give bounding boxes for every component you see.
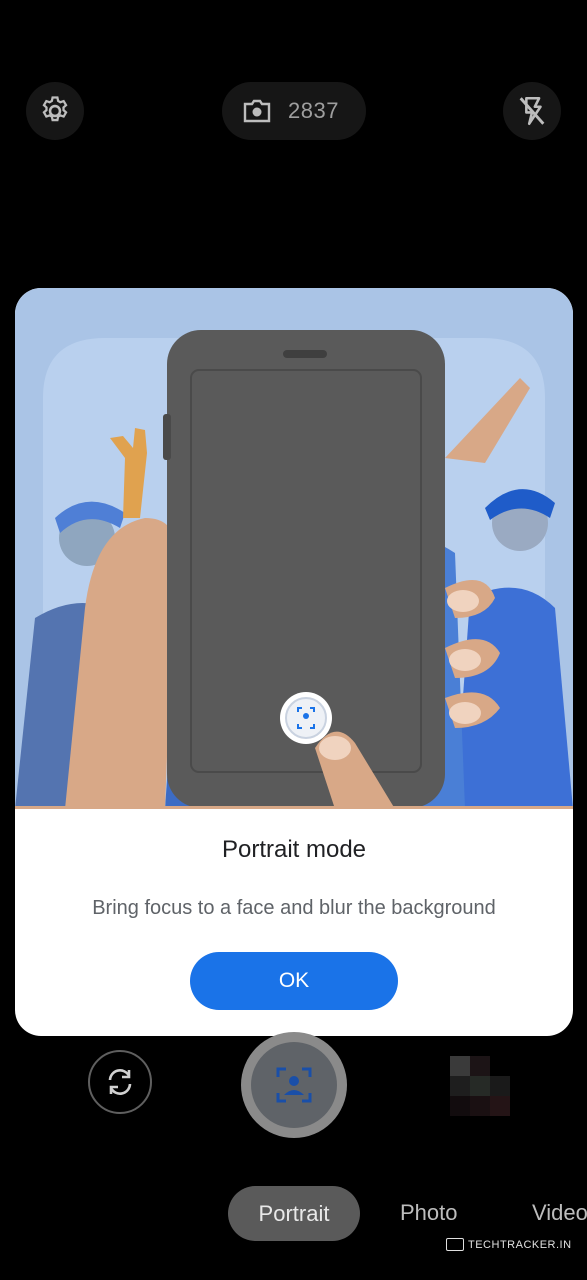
watermark: TECHTRACKER.IN [446, 1238, 572, 1251]
photo-count: 2837 [288, 98, 339, 123]
mode-tab-video-label: Video [532, 1200, 587, 1225]
mode-tab-video[interactable]: Video [532, 1200, 587, 1226]
portrait-mode-dialog: Portrait mode Bring focus to a face and … [15, 288, 573, 1036]
switch-camera-button[interactable] [88, 1050, 152, 1114]
ok-button[interactable]: OK [190, 952, 398, 1010]
dialog-body-text: Bring focus to a face and blur the backg… [92, 897, 496, 919]
dialog-title: Portrait mode [221, 836, 367, 863]
flash-off-icon [519, 96, 545, 126]
mode-tab-photo[interactable]: Photo [400, 1200, 458, 1226]
switch-camera-icon [108, 1069, 132, 1095]
watermark-text: TECHTRACKER.IN [468, 1238, 572, 1251]
camera-icon [243, 99, 271, 123]
settings-button[interactable] [26, 82, 84, 140]
portrait-mode-illustration [15, 288, 573, 809]
portrait-face-icon [276, 1067, 312, 1103]
flash-button[interactable] [503, 82, 561, 140]
watermark-logo-icon [446, 1238, 464, 1251]
shutter-button[interactable] [251, 1042, 337, 1128]
gear-icon [42, 96, 68, 122]
last-photo-thumbnail[interactable] [450, 1056, 510, 1116]
mode-tab-portrait[interactable]: Portrait [228, 1186, 360, 1241]
photo-counter[interactable]: 2837 [222, 82, 366, 140]
